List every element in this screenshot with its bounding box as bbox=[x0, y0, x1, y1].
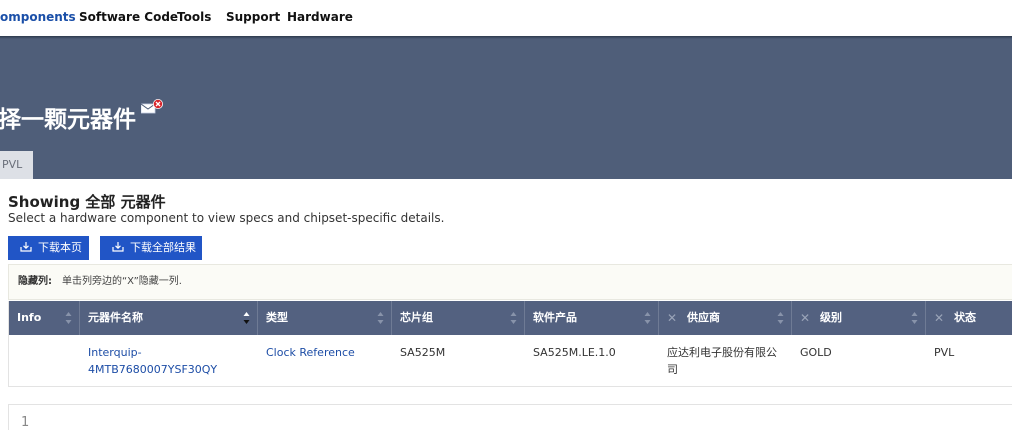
column-label: 供应商 bbox=[687, 311, 720, 324]
column-header-chipset[interactable]: 芯片组 bbox=[392, 301, 525, 335]
components-table: Info 元器件名称 类型 芯片组 软件产品 ✕ 供应商 ✕ 级别 ✕ 状态 I… bbox=[8, 301, 1012, 387]
download-page-button[interactable]: 下载本页 bbox=[8, 236, 89, 260]
cell-component-name[interactable]: Interquip- 4MTB7680007YSF30QY bbox=[88, 344, 253, 378]
sort-icon[interactable] bbox=[377, 310, 384, 326]
cell-status: PVL bbox=[934, 346, 955, 359]
top-navigation: omponents Software Code Tools Support Ha… bbox=[0, 0, 1012, 36]
banner-shadow bbox=[0, 36, 1012, 39]
column-header-vendor[interactable]: ✕ 供应商 bbox=[659, 301, 792, 335]
cell-level: GOLD bbox=[800, 346, 832, 359]
component-name-line1: Interquip- bbox=[88, 346, 142, 359]
sort-icon[interactable] bbox=[65, 310, 72, 326]
column-label: Info bbox=[17, 311, 42, 324]
hide-column-icon[interactable]: ✕ bbox=[800, 301, 810, 335]
column-label: 软件产品 bbox=[533, 311, 577, 324]
mail-error-icon[interactable] bbox=[141, 99, 165, 115]
cell-software: SA525M.LE.1.0 bbox=[533, 346, 616, 359]
sort-icon[interactable] bbox=[777, 310, 784, 326]
showing-heading: Showing 全部 元器件 bbox=[8, 193, 166, 211]
download-icon bbox=[112, 242, 124, 252]
download-all-label: 下载全部结果 bbox=[130, 241, 196, 254]
cell-chipset: SA525M bbox=[400, 346, 446, 359]
nav-item-software-code[interactable]: Software Code bbox=[79, 10, 178, 24]
nav-item-tools[interactable]: Tools bbox=[177, 10, 211, 24]
nav-item-hardware[interactable]: Hardware bbox=[287, 10, 353, 24]
component-name-line2: 4MTB7680007YSF30QY bbox=[88, 363, 218, 376]
vendor-line2: 司 bbox=[667, 363, 678, 376]
column-header-software[interactable]: 软件产品 bbox=[525, 301, 659, 335]
nav-item-support[interactable]: Support bbox=[226, 10, 280, 24]
page-number[interactable]: 1 bbox=[21, 415, 29, 430]
column-header-status[interactable]: ✕ 状态 bbox=[926, 301, 1012, 335]
sort-icon[interactable] bbox=[911, 310, 918, 326]
table-header: Info 元器件名称 类型 芯片组 软件产品 ✕ 供应商 ✕ 级别 ✕ 状态 bbox=[9, 301, 1012, 335]
column-header-level[interactable]: ✕ 级别 bbox=[792, 301, 926, 335]
column-header-info[interactable]: Info bbox=[9, 301, 80, 335]
vendor-line1: 应达利电子股份有限公 bbox=[667, 346, 777, 359]
table-row: Interquip- 4MTB7680007YSF30QY Clock Refe… bbox=[9, 335, 1012, 386]
column-label: 级别 bbox=[820, 311, 842, 324]
column-header-type[interactable]: 类型 bbox=[258, 301, 392, 335]
nav-item-components[interactable]: omponents bbox=[0, 10, 76, 24]
cell-type[interactable]: Clock Reference bbox=[266, 344, 355, 361]
page-banner: 择一颗元器件 PVL bbox=[0, 36, 1012, 179]
column-label: 类型 bbox=[266, 311, 288, 324]
hidden-columns-bar: 隐藏列: 单击列旁边的“X”隐藏一列. bbox=[8, 264, 1012, 300]
hide-column-icon[interactable]: ✕ bbox=[667, 301, 677, 335]
main-content: Showing 全部 元器件 Select a hardware compone… bbox=[0, 179, 1012, 430]
hidden-columns-hint: 单击列旁边的“X”隐藏一列. bbox=[62, 276, 182, 287]
column-label: 元器件名称 bbox=[88, 311, 143, 324]
sort-icon[interactable] bbox=[510, 310, 517, 326]
download-all-button[interactable]: 下载全部结果 bbox=[100, 236, 202, 260]
column-label: 状态 bbox=[954, 311, 976, 324]
column-label: 芯片组 bbox=[400, 311, 433, 324]
hidden-columns-label: 隐藏列: bbox=[18, 276, 52, 287]
download-icon bbox=[20, 242, 32, 252]
column-header-name[interactable]: 元器件名称 bbox=[80, 301, 258, 335]
hide-column-icon[interactable]: ✕ bbox=[934, 301, 944, 335]
page-title: 择一颗元器件 bbox=[0, 107, 136, 133]
sort-icon[interactable] bbox=[644, 310, 651, 326]
pagination: 1 bbox=[8, 404, 1012, 430]
sort-active-icon[interactable] bbox=[243, 310, 250, 326]
page-subtitle: Select a hardware component to view spec… bbox=[8, 211, 445, 225]
tab-pvl[interactable]: PVL bbox=[0, 151, 33, 179]
cell-vendor: 应达利电子股份有限公 司 bbox=[667, 344, 789, 378]
download-page-label: 下载本页 bbox=[38, 241, 82, 254]
